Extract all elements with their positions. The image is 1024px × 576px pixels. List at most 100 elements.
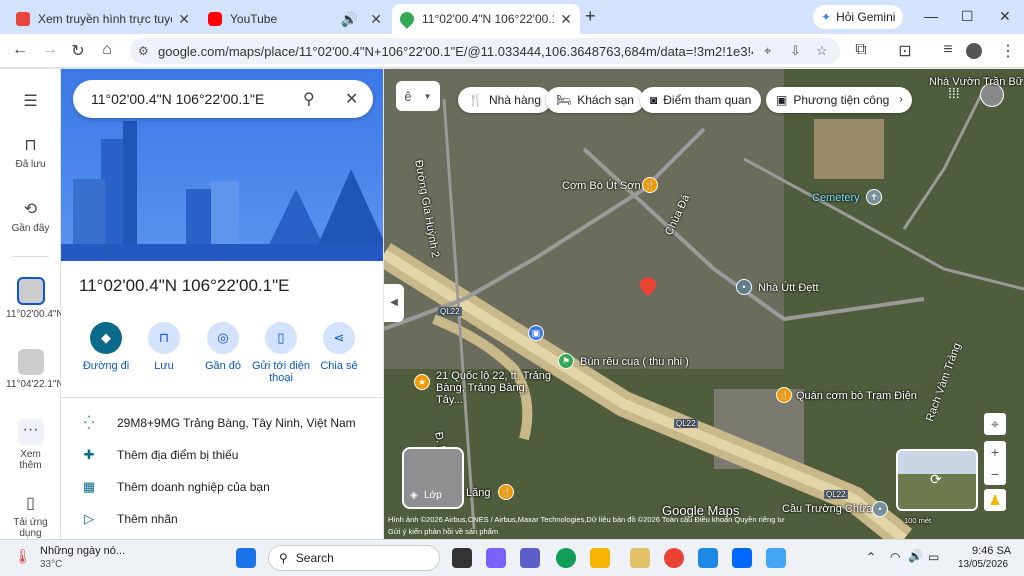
- tab-vtv[interactable]: Xem truyền hình trực tuyến VTV ✕: [8, 4, 198, 34]
- share-button[interactable]: ⋖ Chia sẻ: [304, 322, 374, 372]
- add-missing-place-row[interactable]: ✚ Thêm địa điểm bị thiếu: [79, 447, 239, 463]
- place-thumbnail: [17, 349, 44, 375]
- weather-text[interactable]: Những ngày nó...: [40, 545, 125, 557]
- poi-label[interactable]: Cầu Trường Chừa: [782, 503, 872, 515]
- zalo-icon[interactable]: [732, 548, 752, 568]
- extensions-icon[interactable]: ⧉: [851, 41, 871, 59]
- recent-place-1[interactable]: 11°02'00.4"N...: [0, 277, 72, 320]
- satellite-map[interactable]: ê ▼ ◀ 🍴 Nhà hàng 🛏 Khách sạn ◙ Điểm tham…: [384, 69, 1024, 539]
- hotel-icon: 🛏: [556, 93, 572, 107]
- task-view-icon[interactable]: [452, 548, 472, 568]
- minimize-button[interactable]: —: [924, 8, 938, 24]
- restaurant-pin-icon[interactable]: 🍴: [776, 387, 792, 403]
- add-label-row[interactable]: ▷ Thêm nhãn: [79, 511, 178, 527]
- chrome-icon[interactable]: [664, 548, 684, 568]
- plus-code-row[interactable]: ⁛ 29M8+9MG Trảng Bàng, Tây Ninh, Việt Na…: [79, 415, 356, 431]
- reload-button[interactable]: ↻: [68, 41, 88, 61]
- collapse-panel-button[interactable]: ◀: [384, 284, 404, 322]
- poi-label[interactable]: Cemetery: [812, 192, 860, 204]
- media-icon[interactable]: ≡: [938, 41, 958, 59]
- forward-button[interactable]: →: [40, 41, 60, 59]
- search-input[interactable]: 11°02'00.4"N 106°22'00.1"E ⚲ ✕: [73, 80, 373, 118]
- address-label[interactable]: 21 Quốc lộ 22, tt. Trảng Bàng, Trảng Bàn…: [436, 370, 556, 406]
- app-icon[interactable]: [698, 548, 718, 568]
- search-icon[interactable]: ⚲: [303, 89, 315, 109]
- profile-avatar[interactable]: [966, 43, 982, 59]
- feedback-link[interactable]: Gửi ý kiến phản hồi về sản phẩm: [388, 527, 498, 536]
- gemini-button[interactable]: ✦ Hỏi Gemini: [813, 5, 904, 29]
- new-tab-button[interactable]: +: [585, 6, 596, 27]
- add-business-text: Thêm doanh nghiệp của bạn: [117, 480, 270, 494]
- cemetery-pin-icon[interactable]: ✝: [866, 189, 882, 205]
- close-icon[interactable]: ✕: [345, 89, 358, 109]
- poi-label[interactable]: Nhà Útt Đẹtt: [758, 282, 819, 294]
- maximize-button[interactable]: ☐: [961, 8, 974, 25]
- tab-maps[interactable]: 11°02'00.4"N 106°22'00.1"E - G ✕: [392, 4, 580, 34]
- copilot-icon[interactable]: [486, 548, 506, 568]
- menu-icon[interactable]: ⋮: [998, 41, 1018, 61]
- poi-label[interactable]: Nhà Vườn Trần Bữ: [929, 76, 1023, 88]
- saved-button[interactable]: ⊓ Đã lưu: [0, 135, 61, 170]
- file-explorer-icon[interactable]: [590, 548, 610, 568]
- zoom-out-button[interactable]: −: [984, 463, 1006, 485]
- audio-icon[interactable]: 🔊: [341, 11, 358, 28]
- chevron-up-icon[interactable]: ⌃: [866, 550, 876, 564]
- add-business-row[interactable]: ▦ Thêm doanh nghiệp của bạn: [79, 479, 270, 495]
- address-bar[interactable]: ⚙ google.com/maps/place/11°02'00.4"N+106…: [130, 38, 840, 64]
- more-button[interactable]: ··· Xem thêm: [0, 419, 61, 471]
- install-icon[interactable]: ⇩: [790, 43, 801, 59]
- photos-icon[interactable]: [766, 548, 786, 568]
- site-info-icon[interactable]: ⚙: [138, 44, 149, 58]
- poi-label[interactable]: Lăng: [466, 487, 490, 499]
- location-icon[interactable]: ⌖: [764, 43, 771, 59]
- poi-label[interactable]: Cơm Bò Út Sơn: [562, 180, 641, 192]
- back-button[interactable]: ←: [10, 41, 30, 59]
- volume-icon[interactable]: 🔊: [908, 549, 923, 563]
- restaurant-pin-icon[interactable]: 🍴: [498, 484, 514, 500]
- app-icon[interactable]: [630, 548, 650, 568]
- label-icon: ▷: [84, 511, 94, 526]
- edge-icon[interactable]: [556, 548, 576, 568]
- bookmark-star-icon[interactable]: ☆: [816, 43, 828, 59]
- chip-attractions[interactable]: ◙ Điểm tham quan: [640, 87, 762, 113]
- chevron-right-icon[interactable]: ›: [892, 91, 910, 109]
- star-pin-icon[interactable]: ★: [414, 374, 430, 390]
- recent-place-2[interactable]: 11°04'22.1"N...: [0, 349, 72, 390]
- teams-icon[interactable]: [520, 548, 540, 568]
- street-view-thumbnail[interactable]: ⟳: [896, 449, 978, 511]
- layers-button[interactable]: ◈ Lớp: [402, 447, 464, 509]
- clock-time[interactable]: 9:46 SA: [972, 545, 1011, 557]
- divider: [12, 256, 49, 257]
- layer-toggle[interactable]: ê ▼: [396, 81, 440, 111]
- chip-hotels[interactable]: 🛏 Khách sạn: [546, 87, 644, 113]
- home-button[interactable]: ⌂: [97, 41, 117, 59]
- poi-label[interactable]: Bún rêu cua ( thu nhi ): [580, 356, 689, 368]
- chip-label: Phương tiện công c: [793, 93, 899, 107]
- pegman-button[interactable]: ♟: [984, 489, 1006, 511]
- place-pin-icon[interactable]: •: [736, 279, 752, 295]
- restaurant-pin-icon[interactable]: 🍴: [642, 177, 658, 193]
- taskbar-search[interactable]: ⚲ Search: [268, 545, 440, 571]
- poi-label[interactable]: Quán cơm bò Trạm Điện: [796, 390, 917, 402]
- recent-button[interactable]: ⟲ Gần đây: [0, 199, 61, 234]
- close-icon[interactable]: ✕: [370, 11, 382, 28]
- my-location-button[interactable]: ⌖: [984, 413, 1006, 435]
- close-window-button[interactable]: ✕: [999, 8, 1011, 25]
- get-app-button[interactable]: ▯ Tải ứng dụng: [0, 493, 61, 539]
- target-icon: ⌖: [991, 416, 999, 432]
- transit-pin-icon[interactable]: ▣: [528, 325, 544, 341]
- wifi-icon[interactable]: ◠: [890, 550, 900, 564]
- chip-restaurants[interactable]: 🍴 Nhà hàng: [458, 87, 551, 113]
- tab-youtube[interactable]: YouTube 🔊 ✕: [200, 4, 390, 34]
- clock-date[interactable]: 13/05/2026: [958, 559, 1008, 570]
- chip-label: Khách sạn: [577, 93, 634, 107]
- close-icon[interactable]: ✕: [178, 11, 190, 28]
- flag-pin-icon[interactable]: ⚑: [558, 353, 574, 369]
- chip-transit[interactable]: ▣ Phương tiện công c: [766, 87, 912, 113]
- battery-icon[interactable]: ▭: [928, 550, 939, 564]
- menu-button[interactable]: ☰: [0, 91, 61, 111]
- zoom-in-button[interactable]: +: [984, 441, 1006, 463]
- start-button[interactable]: [236, 548, 256, 568]
- close-icon[interactable]: ✕: [560, 11, 572, 28]
- tab-search-icon[interactable]: ⊡: [895, 41, 915, 61]
